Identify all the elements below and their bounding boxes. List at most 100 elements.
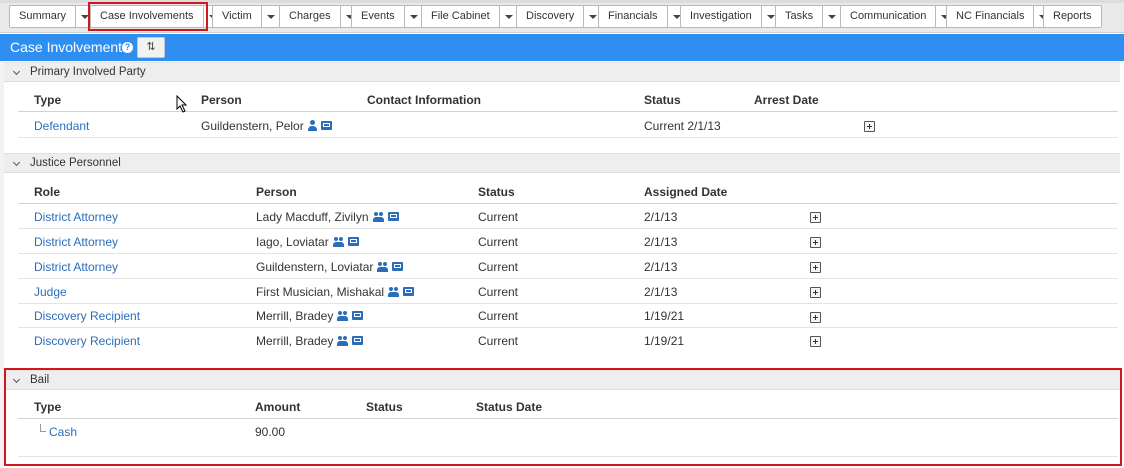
add-icon[interactable] (810, 287, 821, 298)
column-header[interactable]: Person (256, 185, 297, 199)
tab-tasks[interactable]: Tasks (775, 5, 843, 28)
person-cell: First Musician, Mishakal (256, 285, 415, 299)
tab-label[interactable]: Communication (840, 5, 937, 28)
column-header[interactable]: Role (34, 185, 60, 199)
chevron-down-icon[interactable] (12, 375, 21, 384)
row-divider (18, 253, 1118, 254)
refresh-button[interactable]: ⇅ (137, 37, 165, 58)
add-icon[interactable] (864, 121, 875, 132)
person-cell: Merrill, Bradey (256, 309, 364, 323)
role-link[interactable]: District Attorney (34, 210, 118, 224)
tab-label[interactable]: Discovery (516, 5, 585, 28)
people-icon[interactable] (337, 335, 349, 346)
tab-label[interactable]: NC Financials (946, 5, 1035, 28)
role-link[interactable]: Judge (34, 285, 67, 299)
tab-label[interactable]: Events (351, 5, 405, 28)
section-primary-involved-party[interactable]: Primary Involved Party (4, 62, 1120, 82)
column-header[interactable]: Person (201, 93, 242, 107)
column-header[interactable]: Status (366, 400, 403, 414)
people-icon[interactable] (337, 310, 349, 321)
assigned-date-cell: 2/1/13 (644, 260, 678, 274)
tab-communication[interactable]: Communication (840, 5, 956, 28)
tab-case-involvements[interactable]: Case Involvements (90, 5, 223, 28)
tab-label[interactable]: Reports (1043, 5, 1102, 28)
people-icon[interactable] (388, 286, 400, 297)
add-icon[interactable] (810, 237, 821, 248)
status-cell: Current (478, 334, 519, 348)
page-header: Case Involvements ? ⇅ (0, 34, 1124, 61)
tab-investigation[interactable]: Investigation (680, 5, 781, 28)
column-header[interactable]: Type (34, 400, 61, 414)
row-divider (18, 327, 1118, 328)
person-cell: Merrill, Bradey (256, 334, 364, 348)
status-cell: Current (478, 285, 519, 299)
tab-nc-financials[interactable]: NC Financials (946, 5, 1054, 28)
chevron-down-icon[interactable] (12, 67, 21, 76)
tab-file-cabinet[interactable]: File Cabinet (421, 5, 519, 28)
tab-bar-top-border (0, 0, 1124, 3)
header-divider (18, 418, 1118, 419)
tree-connector (40, 424, 46, 432)
section-bail[interactable]: Bail (4, 370, 1120, 390)
contact-card-icon[interactable] (352, 311, 364, 320)
people-icon[interactable] (332, 236, 345, 247)
add-icon[interactable] (810, 336, 821, 347)
people-icon[interactable] (372, 211, 385, 222)
tab-summary[interactable]: Summary (9, 5, 96, 28)
person-cell: Guildenstern, Pelor (201, 119, 332, 133)
section-title: Justice Personnel (30, 157, 121, 169)
column-header[interactable]: Arrest Date (754, 93, 819, 107)
assigned-date-cell: 2/1/13 (644, 235, 678, 249)
add-icon[interactable] (810, 262, 821, 273)
role-link[interactable]: Discovery Recipient (34, 309, 140, 323)
add-icon[interactable] (810, 312, 821, 323)
role-link[interactable]: District Attorney (34, 235, 118, 249)
column-header[interactable]: Assigned Date (644, 185, 727, 199)
tab-victim[interactable]: Victim (212, 5, 281, 28)
tab-discovery[interactable]: Discovery (516, 5, 604, 28)
question-circle-icon[interactable]: ? (122, 42, 133, 53)
tab-label[interactable]: Summary (9, 5, 77, 28)
status-cell: Current (478, 235, 519, 249)
column-header[interactable]: Type (34, 93, 61, 107)
contact-card-icon[interactable] (320, 121, 332, 130)
contact-card-icon[interactable] (387, 212, 399, 221)
row-divider (18, 278, 1118, 279)
assigned-date-cell: 1/19/21 (644, 334, 685, 348)
column-header[interactable]: Status (644, 93, 681, 107)
tab-label[interactable]: Victim (212, 5, 262, 28)
tab-label[interactable]: Case Involvements (90, 5, 204, 28)
people-icon[interactable] (377, 261, 389, 272)
column-header[interactable]: Amount (255, 400, 300, 414)
tab-label[interactable]: Tasks (775, 5, 824, 28)
contact-card-icon[interactable] (352, 336, 364, 345)
tab-label[interactable]: Investigation (680, 5, 762, 28)
role-link[interactable]: Discovery Recipient (34, 334, 140, 348)
tab-label[interactable]: Financials (598, 5, 668, 28)
tab-events[interactable]: Events (351, 5, 424, 28)
bail-type-link[interactable]: Cash (49, 425, 77, 439)
section-justice-personnel[interactable]: Justice Personnel (4, 153, 1120, 173)
role-link[interactable]: District Attorney (34, 260, 118, 274)
header-divider (18, 203, 1118, 204)
chevron-down-icon[interactable] (261, 5, 281, 28)
column-header[interactable]: Status Date (476, 400, 542, 414)
status-cell: Current (478, 309, 519, 323)
person-icon[interactable] (307, 120, 318, 131)
tab-charges[interactable]: Charges (279, 5, 360, 28)
chevron-down-icon[interactable] (12, 158, 21, 167)
type-link[interactable]: Defendant (34, 119, 89, 133)
contact-card-icon[interactable] (392, 262, 404, 271)
mouse-cursor-icon (176, 95, 188, 113)
tab-reports[interactable]: Reports (1043, 5, 1102, 28)
contact-card-icon[interactable] (347, 237, 359, 246)
column-header[interactable]: Contact Information (367, 93, 481, 107)
tab-financials[interactable]: Financials (598, 5, 687, 28)
tab-label[interactable]: Charges (279, 5, 341, 28)
add-icon[interactable] (810, 212, 821, 223)
contact-card-icon[interactable] (403, 287, 415, 296)
section-title: Bail (30, 374, 50, 386)
column-header[interactable]: Status (478, 185, 515, 199)
assigned-date-cell: 2/1/13 (644, 285, 678, 299)
tab-label[interactable]: File Cabinet (421, 5, 500, 28)
